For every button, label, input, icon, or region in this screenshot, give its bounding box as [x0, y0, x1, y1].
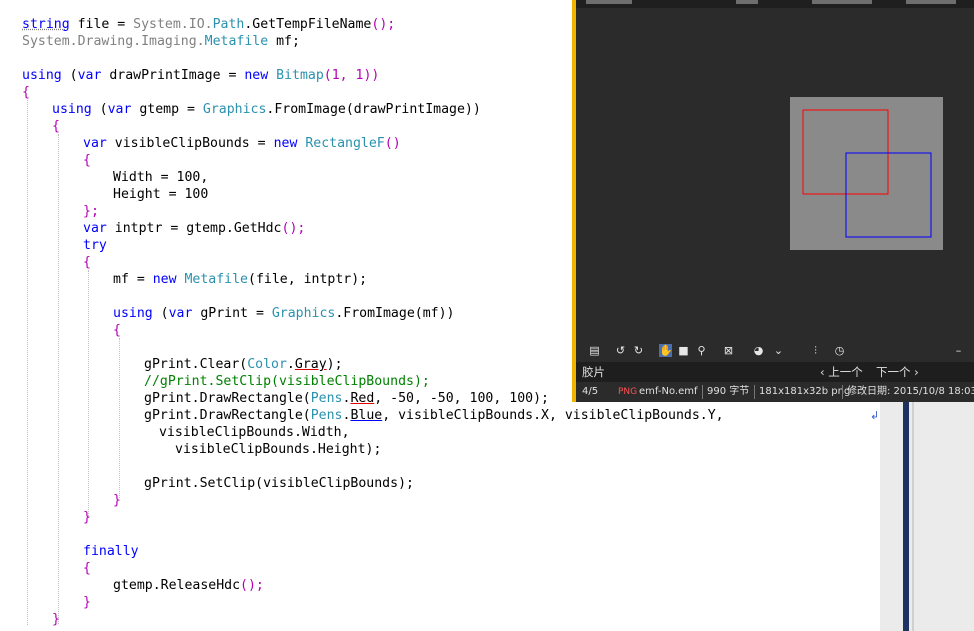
format-badge: PNG [618, 387, 638, 397]
modified-date: 修改日期: 2015/10/8 18:03:5 [847, 386, 974, 397]
code-line: } [113, 493, 121, 508]
rotate-left-icon[interactable]: ↺ [614, 344, 627, 357]
status-separator [842, 385, 843, 399]
file-name: emf-No.emf [639, 386, 698, 397]
emf-preview-image [790, 97, 943, 250]
code-line: } [52, 612, 60, 627]
indent-guide [27, 100, 28, 625]
preview-background [790, 97, 943, 250]
top-tab[interactable] [906, 0, 956, 4]
file-size: 990 字节 [707, 386, 750, 397]
editor-scrollbar-track[interactable] [880, 402, 974, 631]
code-line: using (var gtemp = Graphics.FromImage(dr… [52, 102, 481, 117]
code-line: gPrint.SetClip(visibleClipBounds); [144, 476, 414, 491]
next-button[interactable]: 下一个 › [876, 362, 919, 382]
indent-guide [88, 270, 89, 518]
code-line: gPrint.DrawRectangle(Pens.Blue, visibleC… [144, 408, 724, 423]
code-line: { [52, 119, 60, 134]
code-line: using (var gPrint = Graphics.FromImage(m… [113, 306, 455, 321]
filmstrip-bar: 胶片 ‹ 上一个 下一个 › [576, 362, 974, 382]
filmstrip-label: 胶片 [582, 365, 605, 379]
code-line: } [83, 595, 91, 610]
status-separator [754, 385, 755, 399]
prev-button[interactable]: ‹ 上一个 [820, 362, 863, 382]
code-line: //gPrint.SetClip(visibleClipBounds); [144, 374, 430, 389]
code-line: { [113, 323, 121, 338]
code-line: mf = new Metafile(file, intptr); [113, 272, 368, 287]
adjust-icon[interactable]: ⫶ [809, 344, 822, 357]
code-line: System.Drawing.Imaging.Metafile mf; [22, 34, 300, 49]
code-line: gPrint.Clear(Color.Gray); [144, 357, 343, 372]
indent-guide [58, 134, 59, 624]
rotate-right-icon[interactable]: ↻ [632, 344, 645, 357]
code-line: gPrint.DrawRectangle(Pens.Red, -50, -50,… [144, 391, 549, 406]
code-line: finally [83, 544, 139, 559]
code-line: visibleClipBounds.Width, [159, 425, 350, 440]
return-marker-icon: ↲ [870, 409, 880, 422]
viewer-toolbar: ▤ ↺ ↻ ✋ ■ ⚲ ⊠ ◕ ⌄ ⫶ ◷ – [576, 340, 974, 362]
code-line: visibleClipBounds.Height); [175, 442, 382, 457]
code-line: { [22, 85, 30, 100]
code-line: { [83, 561, 91, 576]
code-line: try [83, 238, 107, 253]
status-separator [702, 385, 703, 399]
top-tab[interactable] [586, 0, 632, 4]
top-tab[interactable] [736, 0, 758, 4]
viewer-top-toolbar [576, 0, 974, 8]
fullscreen-icon[interactable]: ⊠ [722, 344, 735, 357]
film-icon[interactable]: ▤ [588, 344, 601, 357]
status-bar: 4/5 PNG emf-No.emf 990 字节 181x181x32b pn… [576, 382, 974, 402]
code-line: using (var drawPrintImage = new Bitmap(1… [22, 68, 380, 83]
dropdown-arrow-icon[interactable]: ⌄ [772, 344, 785, 357]
indent-guide [119, 338, 120, 498]
code-line: string file = System.IO.Path.GetTempFile… [22, 17, 396, 32]
info-icon[interactable]: ◷ [833, 344, 846, 357]
hand-icon[interactable]: ✋ [659, 344, 673, 357]
editor-scrollbar-thumb[interactable] [903, 402, 909, 631]
image-viewer-window[interactable]: ▤ ↺ ↻ ✋ ■ ⚲ ⊠ ◕ ⌄ ⫶ ◷ – 胶片 ‹ 上一个 下一个 › 4… [572, 0, 974, 402]
code-line: var intptr = gtemp.GetHdc(); [83, 221, 306, 236]
code-line: Width = 100, [113, 170, 209, 185]
palette-icon[interactable]: ◕ [752, 344, 765, 357]
top-tab[interactable] [812, 0, 872, 4]
code-line: var visibleClipBounds = new RectangleF() [83, 136, 401, 151]
minimize-icon[interactable]: – [952, 344, 965, 357]
code-line: { [83, 255, 91, 270]
image-index: 4/5 [582, 386, 599, 397]
zoom-icon[interactable]: ⚲ [695, 344, 708, 357]
image-dimensions: 181x181x32b png [759, 386, 851, 397]
code-line: Height = 100 [113, 187, 209, 202]
code-line: } [83, 510, 91, 525]
fit-icon[interactable]: ■ [677, 344, 690, 357]
code-line: gtemp.ReleaseHdc(); [113, 578, 264, 593]
code-line: }; [83, 204, 99, 219]
scrollbar-divider [912, 402, 914, 631]
code-line: { [83, 153, 91, 168]
